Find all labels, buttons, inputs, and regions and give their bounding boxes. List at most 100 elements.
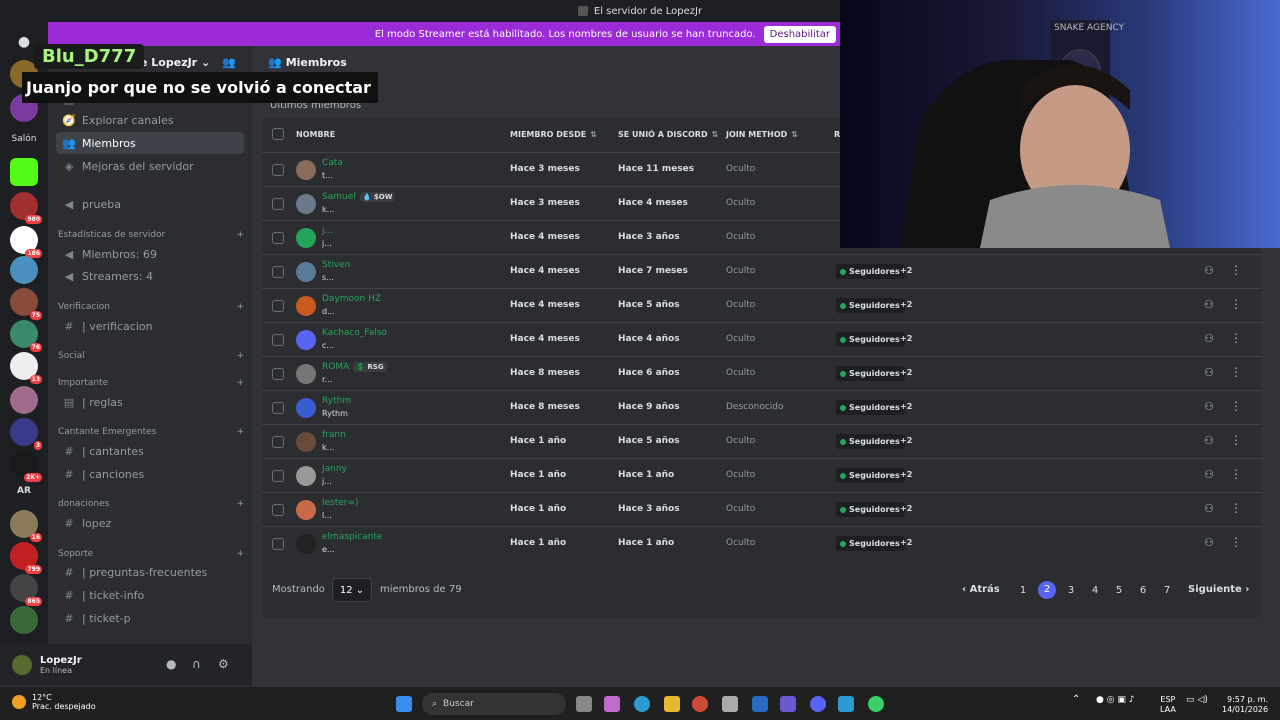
taskview-icon[interactable] [576, 696, 592, 712]
channel-ticket-info[interactable]: # | ticket-info [56, 584, 244, 606]
table-row[interactable]: ROMA 💲 RSG r... Hace 8 meses Hace 6 años Ocul… [262, 356, 1262, 390]
server-icon-12[interactable]: 799 [10, 542, 42, 574]
kebab-menu-icon[interactable]: ⋮ [1230, 467, 1242, 481]
channel-reglas[interactable]: ▤ | reglas [56, 391, 244, 413]
member-name[interactable]: Janny [322, 464, 347, 474]
gear-icon[interactable]: ⚙ [218, 657, 229, 671]
discord-taskbar-icon[interactable] [810, 696, 826, 712]
teams-icon[interactable] [780, 696, 796, 712]
member-name[interactable]: Cata [322, 158, 343, 168]
per-page-select[interactable]: 12 ⌄ [332, 578, 372, 602]
avatar[interactable] [296, 500, 316, 520]
row-checkbox[interactable] [272, 232, 284, 244]
channel-streamers-count[interactable]: ◀ Streamers: 4 [56, 265, 244, 287]
category-stats[interactable]: Estadísticas de servidor + [58, 230, 244, 240]
category-cantante[interactable]: Cantante Emergentes + [58, 427, 244, 437]
channel-lopez[interactable]: # lopez [56, 512, 244, 534]
server-label-salon[interactable]: Salón [6, 134, 42, 144]
role-badge[interactable]: Seguidores [836, 400, 905, 415]
avatar[interactable] [296, 330, 316, 350]
plus-icon[interactable]: + [236, 230, 244, 240]
column-join-method[interactable]: JOIN METHOD ⇅ [726, 130, 798, 139]
profile-icon[interactable]: ⚇ [1204, 400, 1214, 413]
profile-icon[interactable]: ⚇ [1204, 332, 1214, 345]
avatar[interactable] [296, 262, 316, 282]
server-icon-4[interactable] [10, 256, 38, 284]
channel-mejoras[interactable]: ◈ Mejoras del servidor [56, 155, 244, 177]
language-indicator[interactable]: ESP LAA [1160, 695, 1176, 715]
more-roles[interactable]: +2 [900, 504, 912, 513]
page-4[interactable]: 4 [1086, 582, 1104, 600]
column-joined-discord[interactable]: SE UNIÓ A DISCORD ⇅ [618, 130, 718, 139]
sort-icon[interactable]: ⇅ [590, 130, 597, 139]
profile-icon[interactable]: ⚇ [1204, 366, 1214, 379]
member-name[interactable]: frann [322, 430, 346, 440]
profile-icon[interactable]: ⚇ [1204, 298, 1214, 311]
category-social[interactable]: Social + [58, 351, 244, 361]
role-badge[interactable]: Seguidores [836, 366, 905, 381]
server-icon-6[interactable]: 76 [10, 320, 42, 352]
profile-icon[interactable]: ⚇ [1204, 536, 1214, 549]
tray-icons[interactable]: ● ◎ ▣ ♪ [1096, 695, 1135, 705]
kebab-menu-icon[interactable]: ⋮ [1230, 535, 1242, 549]
member-name[interactable]: Stiven [322, 260, 350, 270]
profile-icon[interactable]: ⚇ [1204, 502, 1214, 515]
category-donaciones[interactable]: donaciones + [58, 499, 244, 509]
disable-streamer-button[interactable]: Deshabilitar [763, 25, 836, 43]
member-name[interactable]: Samuel 💧 $OW [322, 192, 396, 202]
more-roles[interactable]: +2 [900, 266, 912, 275]
plus-icon[interactable]: + [236, 302, 244, 312]
member-name[interactable]: Daymoon HZ [322, 294, 381, 304]
row-checkbox[interactable] [272, 470, 284, 482]
sort-icon[interactable]: ⇅ [791, 130, 798, 139]
server-icon-9[interactable]: 3 [10, 418, 42, 450]
plus-icon[interactable]: + [236, 549, 244, 559]
member-name[interactable]: lester=) [322, 498, 359, 508]
table-row[interactable]: Janny j... Hace 1 año Hace 1 año Oculto Segui… [262, 458, 1262, 492]
row-checkbox[interactable] [272, 436, 284, 448]
avatar[interactable] [296, 194, 316, 214]
more-roles[interactable]: +2 [900, 368, 912, 377]
channel-verificacion[interactable]: # | verificacion [56, 315, 244, 337]
edge-icon[interactable] [634, 696, 650, 712]
category-importante[interactable]: Importante + [58, 378, 244, 388]
server-icon-13[interactable]: 865 [10, 574, 42, 606]
plus-icon[interactable]: + [236, 378, 244, 388]
start-icon[interactable] [396, 696, 412, 712]
explorer-icon[interactable] [664, 696, 680, 712]
plus-icon[interactable]: + [236, 427, 244, 437]
server-icon-kick[interactable] [10, 158, 38, 186]
server-icon-5[interactable]: 75 [10, 288, 42, 320]
avatar[interactable] [296, 228, 316, 248]
app-icon[interactable] [868, 696, 884, 712]
kebab-menu-icon[interactable]: ⋮ [1230, 501, 1242, 515]
category-verificacion[interactable]: Verificacion + [58, 302, 244, 312]
role-badge[interactable]: Seguidores [836, 468, 905, 483]
role-badge[interactable]: Seguidores [836, 502, 905, 517]
avatar[interactable] [296, 398, 316, 418]
chrome-icon[interactable] [692, 696, 708, 712]
search-box[interactable]: ⌕ Buscar [422, 693, 566, 715]
page-1[interactable]: 1 [1014, 582, 1032, 600]
avatar[interactable] [296, 534, 316, 554]
profile-icon[interactable]: ⚇ [1204, 434, 1214, 447]
row-checkbox[interactable] [272, 164, 284, 176]
row-checkbox[interactable] [272, 266, 284, 278]
row-checkbox[interactable] [272, 300, 284, 312]
select-all-checkbox[interactable] [272, 128, 284, 140]
avatar[interactable] [296, 296, 316, 316]
role-badge[interactable]: Seguidores [836, 298, 905, 313]
member-name[interactable]: ROMA 💲 RSG [322, 362, 387, 372]
table-row[interactable]: Kachaco_Falso c... Hace 4 meses Hace 4 años… [262, 322, 1262, 356]
more-roles[interactable]: +2 [900, 402, 912, 411]
kebab-menu-icon[interactable]: ⋮ [1230, 263, 1242, 277]
table-row[interactable]: frann k... Hace 1 año Hace 5 años Oculto Segu… [262, 424, 1262, 458]
row-checkbox[interactable] [272, 198, 284, 210]
role-badge[interactable]: Seguidores [836, 536, 905, 551]
copilot-icon[interactable] [604, 696, 620, 712]
weather-widget[interactable]: 12°C Prac. despejado [12, 693, 96, 711]
page-7[interactable]: 7 [1158, 582, 1176, 600]
store-icon[interactable] [722, 696, 738, 712]
kebab-menu-icon[interactable]: ⋮ [1230, 331, 1242, 345]
page-6[interactable]: 6 [1134, 582, 1152, 600]
